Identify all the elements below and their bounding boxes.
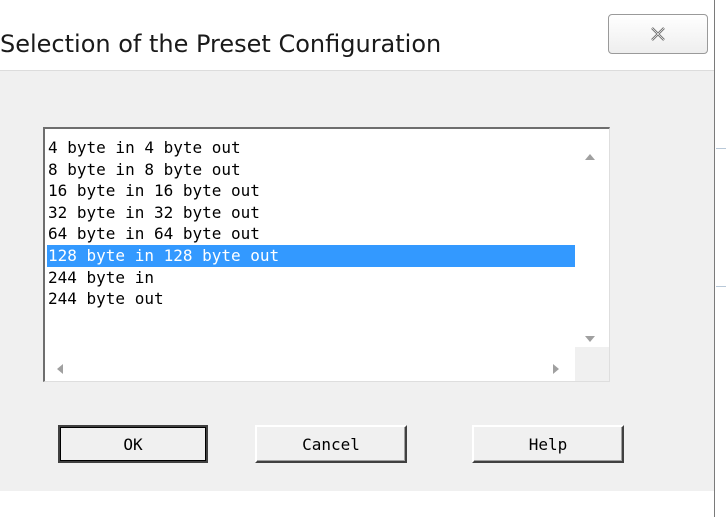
title-bar: Selection of the Preset Configuration [0,0,714,70]
scroll-right-arrow-icon[interactable] [553,359,559,378]
list-item[interactable]: 64 byte in 64 byte out [47,223,575,245]
close-x-icon [650,27,666,41]
list-item[interactable]: 244 byte in [47,267,575,289]
scroll-left-arrow-icon[interactable] [57,359,63,378]
ok-button[interactable]: OK [58,425,208,463]
preset-configuration-dialog: Selection of the Preset Configuration 4 … [0,0,726,517]
preset-list-items: 4 byte in 4 byte out 8 byte in 8 byte out… [47,137,575,347]
window-right-edge [714,0,726,517]
help-button[interactable]: Help [472,425,624,463]
dialog-title: Selection of the Preset Configuration [0,30,442,58]
vertical-scrollbar[interactable] [575,129,609,347]
horizontal-scrollbar[interactable] [45,347,575,381]
list-item[interactable]: 244 byte out [47,288,575,310]
close-button[interactable] [608,14,708,54]
dialog-client-area: 4 byte in 4 byte out 8 byte in 8 byte out… [0,70,714,492]
window-bottom-edge [0,491,714,517]
preset-listbox[interactable]: 4 byte in 4 byte out 8 byte in 8 byte out… [43,127,610,382]
background-line [716,286,726,287]
list-item[interactable]: 32 byte in 32 byte out [47,202,575,224]
list-item[interactable]: 128 byte in 128 byte out [47,244,575,267]
cancel-button[interactable]: Cancel [255,425,407,463]
list-item[interactable]: 16 byte in 16 byte out [47,180,575,202]
scroll-down-arrow-icon[interactable] [585,327,595,346]
background-line [716,148,726,149]
list-item[interactable]: 4 byte in 4 byte out [47,137,575,159]
list-item[interactable]: 8 byte in 8 byte out [47,159,575,181]
scroll-up-arrow-icon[interactable] [585,145,595,164]
scrollbar-corner [575,347,609,381]
